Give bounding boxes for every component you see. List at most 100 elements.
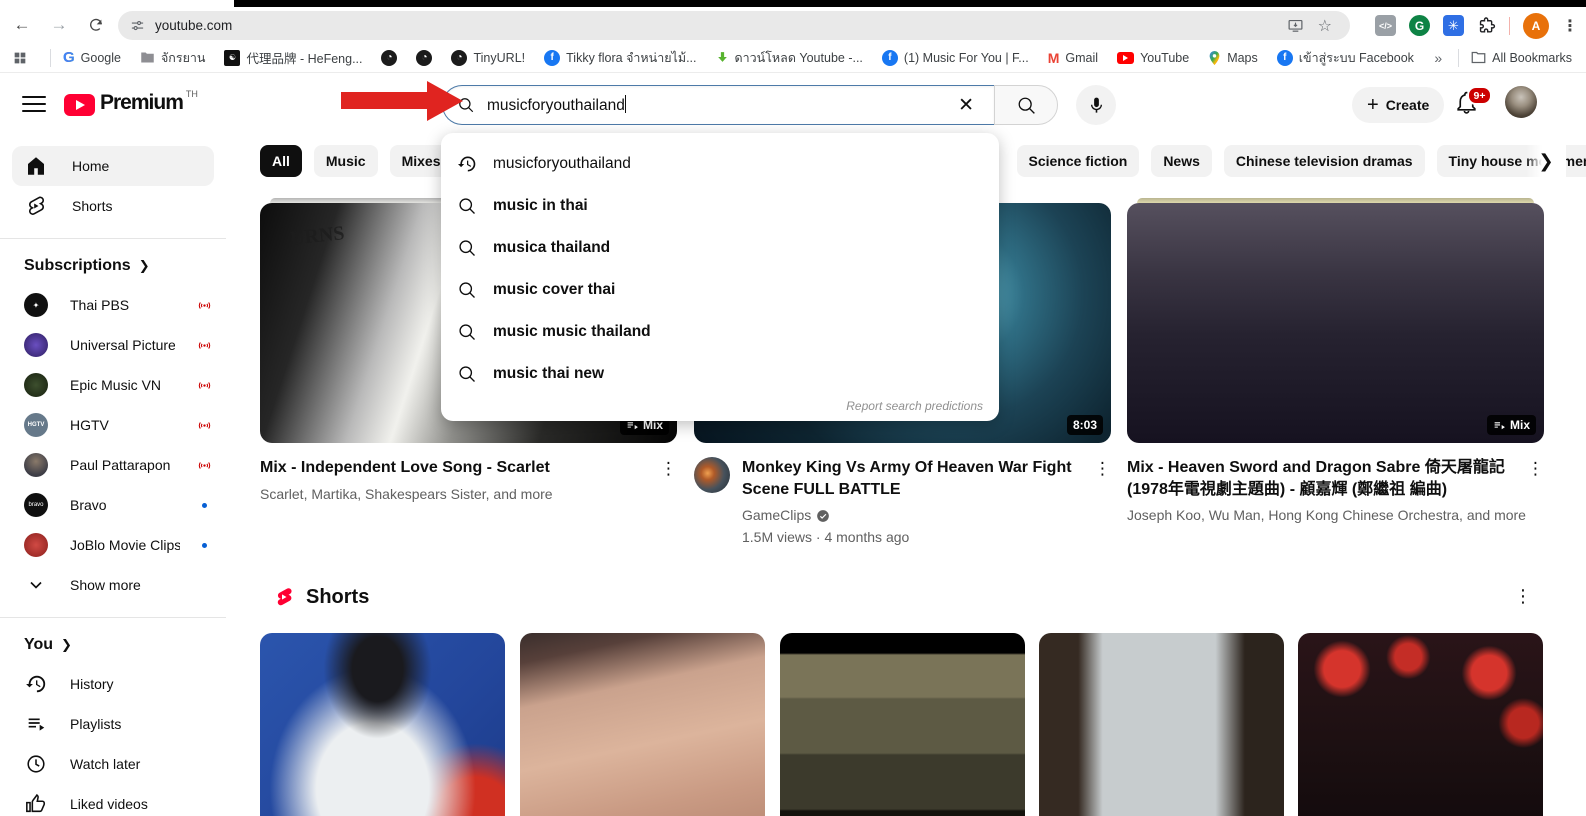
all-bookmarks-button[interactable]: All Bookmarks [1471, 51, 1572, 65]
voice-search-button[interactable] [1076, 85, 1116, 125]
sidebar-item-history[interactable]: History [0, 664, 226, 704]
video-title[interactable]: Monkey King Vs Army Of Heaven War Fight … [742, 457, 1111, 500]
suggestion-item-1[interactable]: musicforyouthailand [441, 143, 999, 185]
shorts-card-2[interactable] [520, 633, 765, 816]
sidebar-item-liked-videos[interactable]: Liked videos [0, 784, 226, 816]
suggestion-item-6[interactable]: music thai new [441, 353, 999, 395]
video-menu-button[interactable]: ⋮ [660, 459, 677, 479]
live-badge-icon [197, 458, 212, 473]
install-app-icon[interactable] [1287, 17, 1304, 34]
grammarly-extension-icon[interactable]: G [1409, 15, 1430, 36]
site-info-icon[interactable] [130, 18, 145, 33]
search-suggestions-dropdown: musicforyouthailand music in thai musica… [441, 133, 999, 421]
chip-science-fiction[interactable]: Science fiction [1017, 145, 1140, 177]
chip-chinese-tv-dramas[interactable]: Chinese television dramas [1224, 145, 1425, 177]
sidebar-subscription-paul-pattarapon[interactable]: Paul Pattarapon ... [0, 445, 226, 485]
back-button[interactable]: ← [7, 10, 37, 40]
url-bar[interactable]: youtube.com ☆ [118, 11, 1350, 40]
notifications-button[interactable]: 9+ [1454, 90, 1484, 120]
search-query-text[interactable]: musicforyouthailand [487, 95, 952, 115]
channel-avatar[interactable] [694, 457, 730, 493]
search-button[interactable] [994, 85, 1058, 125]
video-thumbnail[interactable]: Mix [1127, 203, 1544, 443]
bookmark-globe-1[interactable]: ◔ [381, 50, 397, 66]
dark-globe-icon: ◔ [451, 50, 467, 66]
sidebar-item-shorts[interactable]: Shorts [12, 186, 214, 226]
sidebar-subscription-epic-music-vn[interactable]: Epic Music VN [0, 365, 226, 405]
bookmark-globe-2[interactable]: ◔ [416, 50, 432, 66]
suggestion-item-2[interactable]: music in thai [441, 185, 999, 227]
browser-profile-avatar[interactable]: A [1523, 13, 1549, 39]
thumbnail-image [1127, 203, 1544, 443]
chevron-right-icon: ❯ [61, 637, 72, 653]
shorts-card-1[interactable] [260, 633, 505, 816]
video-title[interactable]: Mix - Heaven Sword and Dragon Sabre 倚天屠龍… [1127, 457, 1544, 500]
sidebar-item-watch-later[interactable]: Watch later [0, 744, 226, 784]
url-text[interactable]: youtube.com [155, 18, 1287, 33]
suggestion-item-3[interactable]: musica thailand [441, 227, 999, 269]
devtools-extension-icon[interactable]: </> [1375, 15, 1396, 36]
report-search-predictions-link[interactable]: Report search predictions [846, 399, 983, 413]
sidebar-subscription-joblo[interactable]: JoBlo Movie Clips [0, 525, 226, 565]
shorts-card-5[interactable] [1298, 633, 1543, 816]
bookmark-google[interactable]: GGoogle [63, 49, 121, 66]
dark-square-icon: ☯ [224, 50, 240, 66]
youtube-premium-logo[interactable]: Premium TH [64, 91, 198, 116]
browser-menu-icon[interactable]: ⋮ [1562, 16, 1578, 36]
chip-all[interactable]: All [260, 145, 302, 177]
bookmark-music-for-you[interactable]: f(1) Music For You | F... [882, 50, 1029, 66]
sidebar-item-home[interactable]: Home [12, 146, 214, 186]
sidebar-subscription-universal[interactable]: Universal Picture... [0, 325, 226, 365]
shorts-card-3[interactable] [780, 633, 1025, 816]
clear-search-button[interactable]: ✕ [952, 94, 980, 117]
sidebar-subscription-bravo[interactable]: bravo Bravo [0, 485, 226, 525]
video-menu-button[interactable]: ⋮ [1094, 459, 1111, 479]
suggestion-item-5[interactable]: music music thailand [441, 311, 999, 353]
bookmarks-overflow-chevron[interactable]: » [1434, 50, 1442, 66]
bookmark-tinyurl[interactable]: ◔TinyURL! [451, 50, 525, 66]
bookmark-download-youtube[interactable]: ดาวน์โหลด Youtube -... [716, 48, 863, 68]
sidebar-item-playlists[interactable]: Playlists [0, 704, 226, 744]
video-card-3: Mix Mix - Heaven Sword and Dragon Sabre … [1127, 203, 1544, 526]
video-title[interactable]: Mix - Independent Love Song - Scarlet [260, 457, 677, 479]
video-subtitle[interactable]: Scarlet, Martika, Shakespears Sister, an… [260, 485, 677, 505]
snowflake-extension-icon[interactable]: ✳ [1443, 15, 1464, 36]
region-code: TH [186, 89, 198, 99]
chips-scroll-right-button[interactable]: ❯ [1526, 145, 1566, 177]
bookmark-star-icon[interactable]: ☆ [1318, 16, 1332, 36]
apps-grid-icon[interactable] [12, 50, 28, 66]
sidebar-show-more[interactable]: Show more [0, 565, 226, 605]
browser-toolbar: ← → youtube.com ☆ </> G ✳ A [0, 7, 1586, 43]
account-avatar[interactable] [1505, 86, 1537, 118]
sidebar-divider [0, 617, 226, 618]
bookmark-gmail[interactable]: MGmail [1048, 50, 1098, 66]
sidebar-subscription-hgtv[interactable]: HGTV HGTV [0, 405, 226, 445]
shorts-card-4[interactable] [1039, 633, 1284, 816]
shorts-menu-button[interactable]: ⋮ [1514, 586, 1532, 607]
bookmark-hefeng[interactable]: ☯代理品牌 - HeFeng... [224, 48, 362, 67]
suggestion-item-4[interactable]: music cover thai [441, 269, 999, 311]
channel-name[interactable]: GameClips [742, 506, 811, 526]
home-icon [24, 154, 48, 178]
sidebar-you-header[interactable]: You❯ [0, 630, 226, 664]
chip-news[interactable]: News [1151, 145, 1212, 177]
green-down-arrow-icon [716, 50, 729, 65]
bookmark-folder-thai[interactable]: จักรยาน [140, 48, 206, 68]
video-menu-button[interactable]: ⋮ [1527, 459, 1544, 479]
bookmark-youtube[interactable]: YouTube [1117, 51, 1189, 65]
bookmark-maps[interactable]: Maps [1208, 50, 1258, 66]
reload-button[interactable] [81, 10, 111, 40]
sidebar-subscription-thai-pbs[interactable]: ✦ Thai PBS [0, 285, 226, 325]
bookmark-facebook-login[interactable]: fเข้าสู่ระบบ Facebook [1277, 48, 1414, 68]
extensions-puzzle-icon[interactable] [1477, 16, 1496, 35]
shorts-section-header: Shorts [272, 585, 369, 609]
video-subtitle[interactable]: Joseph Koo, Wu Man, Hong Kong Chinese Or… [1127, 506, 1544, 526]
guide-menu-button[interactable] [22, 94, 46, 114]
create-button[interactable]: + Create [1352, 87, 1444, 123]
bookmark-tikky-flora[interactable]: fTikky flora จำหน่ายไม้... [544, 48, 696, 68]
extensions-row: </> G ✳ A ⋮ [1375, 11, 1578, 40]
sidebar-subscriptions-header[interactable]: Subscriptions❯ [0, 251, 226, 285]
search-input[interactable]: musicforyouthailand ✕ [442, 85, 994, 125]
forward-button[interactable]: → [44, 10, 74, 40]
chip-music[interactable]: Music [314, 145, 378, 177]
